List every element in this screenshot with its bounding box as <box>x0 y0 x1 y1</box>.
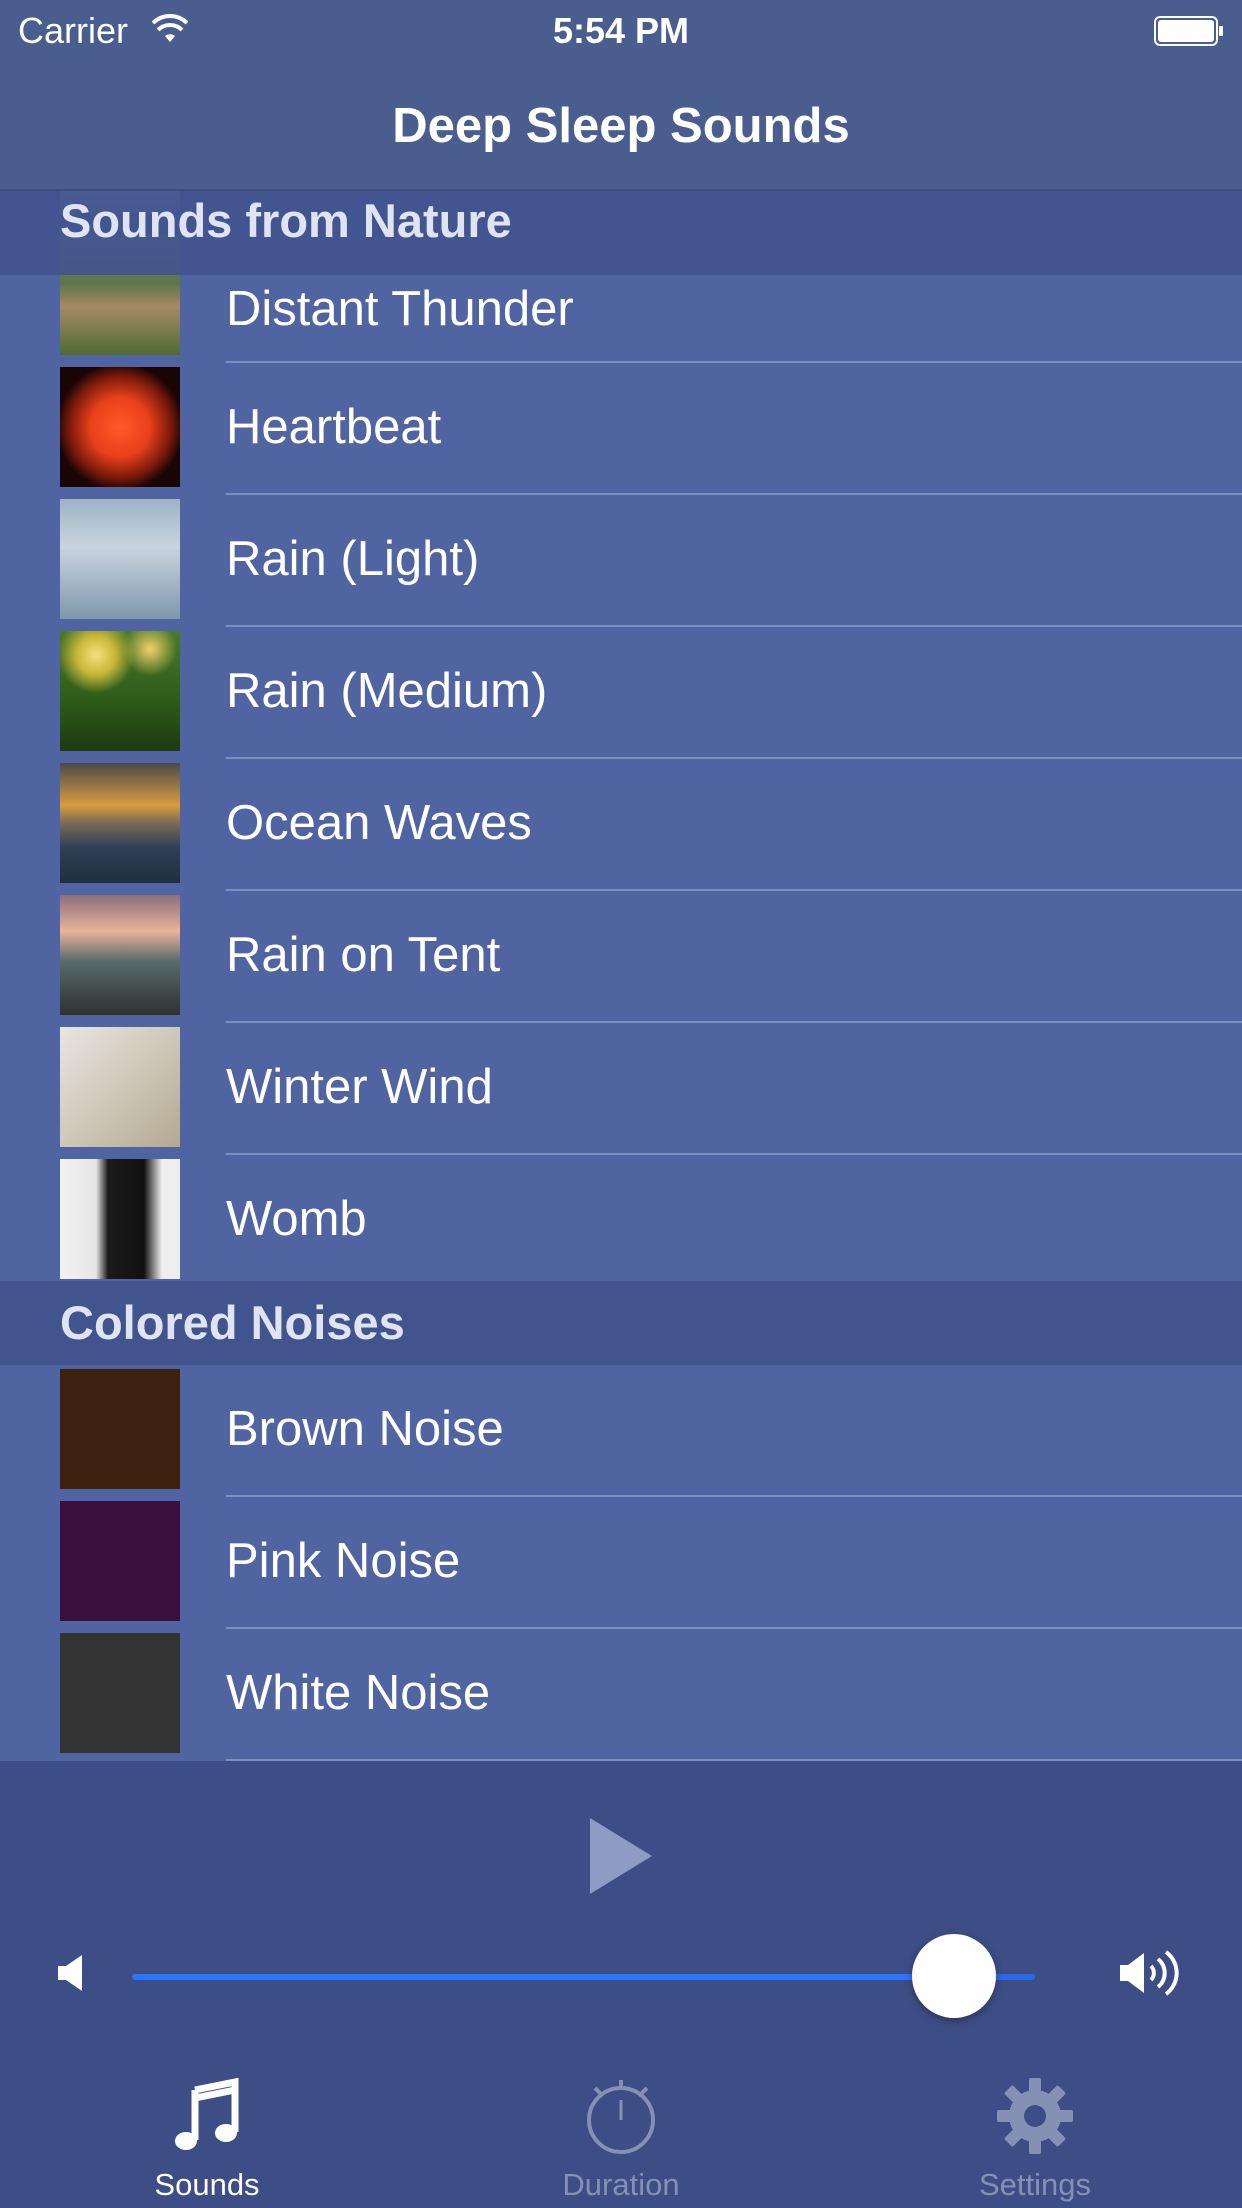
list-item-label: Heartbeat <box>226 400 442 454</box>
list-item-label: Distant Thunder <box>226 282 574 336</box>
wind-thumb <box>60 1027 180 1147</box>
stopwatch-icon <box>587 2080 655 2154</box>
status-bar: Carrier 5:54 PM <box>0 0 1242 60</box>
brown-thumb <box>60 1369 180 1489</box>
section-header-colored-noises: Colored Noises <box>0 1281 1242 1365</box>
list-item-label: Winter Wind <box>226 1060 493 1114</box>
tab-label: Sounds <box>154 2167 260 2202</box>
tab-sounds[interactable]: Sounds <box>0 2041 414 2208</box>
volume-slider-fill <box>132 1974 954 1980</box>
list-item-label: Pink Noise <box>226 1534 461 1588</box>
list-item[interactable]: Ocean Waves <box>0 759 1242 891</box>
list-item[interactable]: Winter Wind <box>0 1023 1242 1155</box>
section-header-nature: Sounds from Nature <box>0 191 1242 275</box>
white-thumb <box>60 1633 180 1753</box>
tab-bar: Sounds Duration Settings <box>0 2041 1242 2208</box>
list-item-label: Rain (Light) <box>226 532 480 586</box>
tab-settings[interactable]: Settings <box>828 2041 1242 2208</box>
list-item-label: Rain (Medium) <box>226 664 548 718</box>
list-item[interactable]: Heartbeat <box>0 363 1242 495</box>
volume-high-icon <box>1120 1950 1179 1996</box>
volume-slider-knob[interactable] <box>911 1934 996 2018</box>
gear-icon <box>997 2078 1073 2154</box>
volume-low-icon <box>58 1955 82 1991</box>
list-item-label: Brown Noise <box>226 1402 504 1456</box>
pink-thumb <box>60 1501 180 1621</box>
womb-thumb <box>60 1159 180 1279</box>
list-item-label: White Noise <box>226 1666 491 1720</box>
list-item-label: Womb <box>226 1192 367 1246</box>
list-item[interactable]: Brown Noise <box>0 1365 1242 1497</box>
ocean-thumb <box>60 763 180 883</box>
tab-label: Duration <box>562 2167 680 2202</box>
music-note-icon <box>175 2077 239 2150</box>
tent-thumb <box>60 895 180 1015</box>
list-item-label: Rain on Tent <box>226 928 501 982</box>
battery-icon <box>1154 16 1223 46</box>
list-item[interactable]: Rain (Light) <box>0 495 1242 627</box>
list-item[interactable]: Pink Noise <box>0 1497 1242 1629</box>
play-button[interactable] <box>588 1816 654 1896</box>
list-item[interactable]: White Noise <box>0 1629 1242 1761</box>
list-item[interactable]: Womb <box>0 1155 1242 1287</box>
list-item[interactable]: Rain on Tent <box>0 891 1242 1023</box>
sound-list[interactable]: Distant Thunder Sounds from Nature Heart… <box>0 191 1242 1761</box>
list-item-label: Ocean Waves <box>226 796 532 850</box>
player-controls <box>0 1761 1242 2041</box>
page-title: Deep Sleep Sounds <box>392 99 850 153</box>
heart-thumb <box>60 367 180 487</box>
status-time: 5:54 PM <box>552 10 690 51</box>
rain-medium-thumb <box>60 631 180 751</box>
volume-slider[interactable] <box>132 1974 1035 1980</box>
navigation-bar: Carrier 5:54 PM Deep Sleep Sounds <box>0 0 1242 191</box>
list-item[interactable]: Rain (Medium) <box>0 627 1242 759</box>
tab-duration[interactable]: Duration <box>414 2041 828 2208</box>
tab-label: Settings <box>978 2167 1091 2202</box>
rain-light-thumb <box>60 499 180 619</box>
